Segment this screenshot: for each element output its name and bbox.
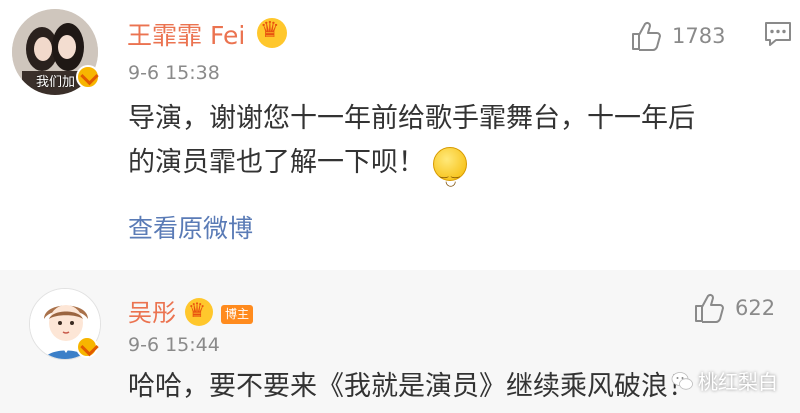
crown-icon xyxy=(185,298,213,326)
comment-icon[interactable] xyxy=(764,20,792,48)
watermark-text: 桃红梨白 xyxy=(698,370,778,394)
avatar-caption: 我们加 xyxy=(36,75,76,90)
verified-icon xyxy=(76,65,100,89)
comment-text-line-2: 的演员霏也了解一下呗！ xyxy=(128,141,778,204)
comment-text: 导演，谢谢您十一年前给歌手霏舞台，十一年后 的演员霏也了解一下呗！ xyxy=(128,97,778,204)
blogger-badge: 博主 xyxy=(221,305,254,324)
like-count: 622 xyxy=(735,296,776,320)
comment-text-line: 的演员霏也了解一下呗！ xyxy=(128,147,425,178)
timestamp: 9-6 15:38 xyxy=(128,62,220,84)
comment-text-line: 导演，谢谢您十一年前给歌手霏舞台，十一年后 xyxy=(128,103,695,134)
watermark: 桃红梨白 xyxy=(670,366,778,395)
like-button[interactable]: 1783 xyxy=(630,20,725,52)
thumbs-up-icon xyxy=(695,293,724,323)
smile-emoji-icon xyxy=(433,146,467,204)
comment-card: 我们加 王霏霏 Fei 9-6 15:38 1783 导演，谢谢您十一年前给歌手… xyxy=(0,0,800,270)
like-count: 1783 xyxy=(672,24,726,48)
thumbs-up-icon xyxy=(632,21,661,51)
verified-icon xyxy=(76,336,98,358)
like-button[interactable]: 622 xyxy=(693,292,775,324)
crown-icon xyxy=(257,18,287,48)
username[interactable]: 吴彤 xyxy=(128,293,176,328)
timestamp: 9-6 15:44 xyxy=(128,334,220,356)
comment-card: 吴彤 博主 9-6 15:44 622 哈哈，要不要来《我就是演员》继续乘风破浪… xyxy=(0,270,800,413)
username[interactable]: 王霏霏 Fei xyxy=(127,16,245,52)
wechat-icon xyxy=(671,371,693,390)
view-original-link[interactable]: 查看原微博 xyxy=(128,209,253,245)
